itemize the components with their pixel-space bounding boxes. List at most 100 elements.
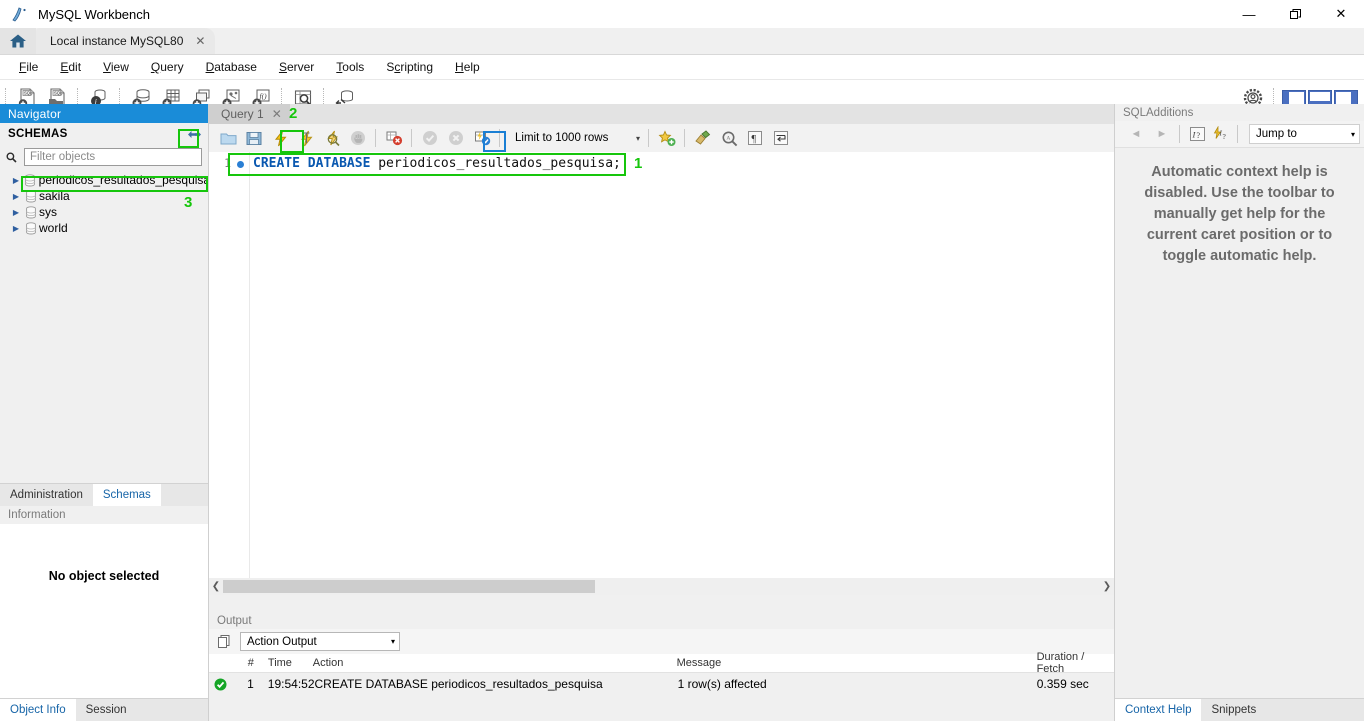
save-file-icon[interactable] [241,126,267,150]
scroll-left-icon[interactable]: ❮ [209,581,223,592]
scrollbar-thumb[interactable] [223,580,595,593]
information-title: Information [0,506,208,524]
output-row-time: 19:54:52 [260,677,315,691]
refresh-icon[interactable] [184,125,204,143]
connection-tab-local-instance[interactable]: Local instance MySQL80 ✕ [36,28,215,54]
svg-text:?: ? [1223,132,1227,141]
home-icon [9,33,27,49]
row-limit-dropdown[interactable]: Limit to 1000 rows ▾ [509,128,644,148]
jump-to-dropdown[interactable]: Jump to ▾ [1249,124,1360,144]
home-tab[interactable] [0,28,36,54]
toggle-word-wrap-icon[interactable] [768,126,794,150]
expand-triangle-icon[interactable]: ▶ [10,192,22,201]
expand-triangle-icon[interactable]: ▶ [10,176,22,185]
schema-tree-item-label: periodicos_resultados_pesquisa [39,173,208,187]
column-header-message: Message [677,657,1037,669]
execute-statement-icon[interactable] [267,126,293,150]
menu-server[interactable]: Server [268,55,325,79]
automatic-help-icon[interactable]: I ? [1209,123,1233,145]
expand-triangle-icon[interactable]: ▶ [10,224,22,233]
schema-tree-item-periodicos[interactable]: ▶ periodicos_resultados_pesquisa [0,172,208,188]
schema-tree-item-sakila[interactable]: ▶ sakila [0,188,208,204]
tab-schemas[interactable]: Schemas [93,484,161,506]
output-type-value: Action Output [247,636,317,648]
beautify-sql-icon[interactable] [690,126,716,150]
title-bar: MySQL Workbench — ✕ [0,0,1364,28]
annotation-number-1: 1 [634,155,642,172]
minimize-button[interactable]: — [1226,0,1272,28]
query-tab-strip: Query 1 ✕ [209,104,1114,124]
column-header-action: Action [313,657,677,669]
sql-editor[interactable]: 1 CREATE DATABASE periodicos_resultados_… [209,152,1114,595]
schema-tree-item-label: sakila [39,189,70,203]
row-limit-value: Limit to 1000 rows [515,132,608,144]
output-type-dropdown[interactable]: Action Output ▾ [240,632,400,651]
svg-text:A: A [726,135,730,141]
tab-context-help[interactable]: Context Help [1115,699,1201,721]
menu-view[interactable]: View [92,55,140,79]
toolbar-separator [375,129,377,147]
navigator-bottom-tabs: Object Info Session [0,698,208,721]
svg-text:?: ? [1196,131,1200,140]
output-title: Output [209,612,1114,629]
column-header-time: Time [260,657,313,669]
toggle-autocommit-icon[interactable] [469,126,495,150]
find-icon[interactable]: A [716,126,742,150]
tab-session[interactable]: Session [76,699,137,721]
sql-additions-title: SQLAdditions [1115,104,1364,121]
sql-keyword: CREATE DATABASE [253,156,378,171]
back-icon[interactable]: ◄ [1123,123,1149,145]
database-icon [22,206,39,219]
execute-current-statement-icon[interactable] [293,126,319,150]
sql-identifier: periodicos_resultados_pesquisa; [378,156,621,171]
output-pages-icon[interactable] [217,634,232,649]
menu-database[interactable]: Database [195,55,268,79]
output-row-number: 1 [232,677,260,691]
query-tab-label: Query 1 [221,107,264,121]
toggle-stop-on-error-icon[interactable] [381,126,407,150]
navigator-panel: Navigator SCHEMAS Filter obje [0,104,209,721]
editor-horizontal-scrollbar[interactable]: ❮ ❯ [209,578,1114,595]
tab-snippets[interactable]: Snippets [1201,699,1266,721]
main-content: Navigator SCHEMAS Filter obje [0,104,1364,721]
close-icon[interactable]: ✕ [195,34,205,48]
sql-statement-line: CREATE DATABASE periodicos_resultados_pe… [253,156,621,171]
tab-object-info[interactable]: Object Info [0,699,76,721]
open-file-icon[interactable] [215,126,241,150]
output-panel: Output Action Output ▾ # [209,612,1114,721]
schema-tree-item-world[interactable]: ▶ world [0,220,208,236]
scroll-right-icon[interactable]: ❯ [1100,581,1114,592]
query-area: Query 1 ✕ [209,104,1114,721]
schema-tree-item-sys[interactable]: ▶ sys [0,204,208,220]
close-button[interactable]: ✕ [1318,0,1364,28]
menu-file[interactable]: File [8,55,49,79]
output-row[interactable]: 1 19:54:52 CREATE DATABASE periodicos_re… [209,673,1114,695]
schema-tree: ▶ periodicos_resultados_pesquisa ▶ [0,172,208,236]
explain-statement-icon[interactable] [319,126,345,150]
save-snippet-icon[interactable] [654,126,680,150]
restore-button[interactable] [1272,0,1318,28]
menu-help[interactable]: Help [444,55,491,79]
query-tab-query1[interactable]: Query 1 ✕ [209,104,290,124]
tab-administration[interactable]: Administration [0,484,93,506]
close-icon[interactable]: ✕ [272,107,282,121]
menu-tools[interactable]: Tools [325,55,375,79]
toggle-invisible-characters-icon[interactable]: ¶ [742,126,768,150]
menu-query[interactable]: Query [140,55,195,79]
column-header-duration: Duration / Fetch [1037,651,1114,675]
navigator-title: Navigator [0,104,208,123]
menu-edit[interactable]: Edit [49,55,92,79]
database-icon [22,190,39,203]
menu-scripting[interactable]: Scripting [375,55,444,79]
context-help-icon[interactable]: I ? [1185,123,1209,145]
schema-tree-item-label: world [39,221,68,235]
navigator-tabs: Administration Schemas [0,483,208,506]
output-row-duration: 0.359 sec [1037,677,1114,691]
expand-triangle-icon[interactable]: ▶ [10,208,22,217]
filter-objects-input[interactable]: Filter objects [24,148,202,166]
forward-icon[interactable]: ► [1149,123,1175,145]
annotation-number-2: 2 [289,105,297,122]
object-info-tabs: Object Info Session [0,698,208,721]
toolbar-separator [411,129,413,147]
sql-additions-toolbar: ◄ ► I ? I ? [1115,121,1364,148]
